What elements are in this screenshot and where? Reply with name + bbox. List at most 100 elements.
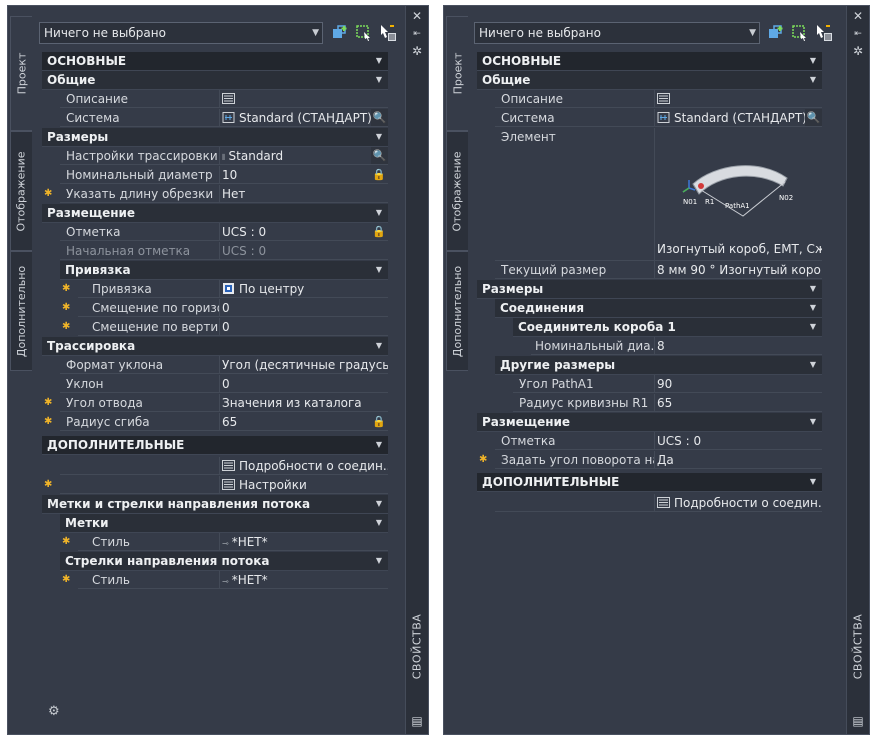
search-icon[interactable]: 🔍	[371, 109, 388, 126]
lock-icon[interactable]: 🔒	[372, 167, 386, 182]
category-general[interactable]: Общие ▼	[477, 71, 822, 90]
prop-system[interactable]: Система Standard (СТАНДАРТ) 🔍	[477, 109, 822, 128]
category-placement[interactable]: Размещение ▼	[42, 204, 388, 223]
prop-routing-prefs[interactable]: Настройки трассировки ⦀ Standard 🔍	[42, 147, 388, 166]
prop-description[interactable]: Описание	[477, 90, 822, 109]
select-objects-icon[interactable]	[790, 23, 810, 43]
selection-dropdown[interactable]: Ничего не выбрано ▼	[474, 22, 760, 44]
chevron-down-icon: ▼	[809, 360, 816, 369]
svg-text:PathA1: PathA1	[725, 202, 750, 210]
prop-snap[interactable]: ✱ Привязка По центру	[42, 280, 388, 299]
tab-display[interactable]: Отображение	[446, 131, 468, 251]
prop-system[interactable]: Система Standard (СТАНДАРТ) 🔍	[42, 109, 388, 128]
category-sizes[interactable]: Размеры ▼	[477, 280, 822, 299]
prop-description[interactable]: Описание	[42, 90, 388, 109]
category-sizes[interactable]: Размеры ▼	[42, 128, 388, 147]
category-snap[interactable]: Привязка ▼	[60, 261, 388, 280]
prop-connection-details[interactable]: Подробности о соедин...	[477, 494, 822, 513]
select-objects-icon[interactable]	[354, 23, 374, 43]
autohide-icon[interactable]: ⇤	[851, 27, 865, 41]
category-connector-1[interactable]: Соединитель короба 1 ▼	[513, 318, 822, 337]
category-placement[interactable]: Размещение ▼	[477, 413, 822, 432]
category-tags-arrows[interactable]: Метки и стрелки направления потока ▼	[42, 495, 388, 514]
category-other-sizes[interactable]: Другие размеры ▼	[495, 356, 822, 375]
tab-extra[interactable]: Дополнительно	[10, 251, 32, 371]
chevron-down-icon: ▼	[375, 440, 382, 449]
quick-select-icon[interactable]	[330, 23, 350, 43]
category-main[interactable]: ОСНОВНЫЕ ▼	[42, 52, 388, 71]
chevron-down-icon: ▼	[809, 56, 816, 65]
prop-nominal-diameter[interactable]: Номинальный диа... 8	[477, 337, 822, 356]
lock-icon[interactable]: 🔒	[372, 224, 386, 239]
chevron-down-icon: ▼	[375, 556, 382, 565]
prop-vertical-offset[interactable]: ✱ Смещение по вертик... 0	[42, 318, 388, 337]
tab-display[interactable]: Отображение	[10, 131, 32, 251]
palette-title: СВОЙСТВА	[410, 613, 424, 679]
prop-elevation[interactable]: Отметка UCS : 0	[477, 432, 822, 451]
chevron-down-icon: ▼	[809, 477, 816, 486]
pickadd-icon[interactable]	[378, 23, 398, 43]
prop-arrow-style[interactable]: ✱ Стиль ⊸ *НЕТ*	[42, 571, 388, 590]
selection-dropdown[interactable]: Ничего не выбрано ▼	[39, 22, 323, 44]
prop-current-size[interactable]: Текущий размер 8 мм 90 ° Изогнутый коро.…	[477, 261, 822, 280]
category-connections[interactable]: Соединения ▼	[495, 299, 822, 318]
prop-settings[interactable]: ✱ Настройки	[42, 476, 388, 495]
category-extra[interactable]: ДОПОЛНИТЕЛЬНЫЕ ▼	[477, 473, 822, 492]
prop-connection-details[interactable]: Подробности о соедин...	[42, 457, 388, 476]
category-flow-arrows[interactable]: Стрелки направления потока ▼	[60, 552, 388, 571]
prop-slope-format[interactable]: Формат уклона Угол (десятичные градусы)	[42, 356, 388, 375]
prop-horizontal-offset[interactable]: ✱ Смещение по горизо... 0	[42, 299, 388, 318]
description-editor-icon[interactable]	[657, 93, 670, 104]
category-general[interactable]: Общие ▼	[42, 71, 388, 90]
prop-tag-style[interactable]: ✱ Стиль ⊸ *НЕТ*	[42, 533, 388, 552]
details-icon	[657, 497, 670, 508]
tab-extra[interactable]: Дополнительно	[446, 251, 468, 371]
toolbar: Ничего не выбрано ▼	[474, 22, 838, 44]
asterisk-icon: ✱	[44, 188, 53, 199]
chevron-down-icon: ▼	[375, 341, 382, 350]
category-main[interactable]: ОСНОВНЫЕ ▼	[477, 52, 822, 71]
prop-trim-length[interactable]: ✱ Указать длину обрезки Нет	[42, 185, 388, 204]
palette-menu-icon[interactable]: ▤	[410, 714, 424, 728]
close-icon[interactable]: ✕	[851, 9, 865, 23]
category-extra[interactable]: ДОПОЛНИТЕЛЬНЫЕ ▼	[42, 436, 388, 455]
category-tags[interactable]: Метки ▼	[60, 514, 388, 533]
autohide-icon[interactable]: ⇤	[410, 27, 424, 41]
quick-select-icon[interactable]	[766, 23, 786, 43]
settings-list-icon	[222, 479, 235, 490]
prop-nominal-diameter[interactable]: Номинальный диаметр 10 🔒	[42, 166, 388, 185]
system-icon	[657, 112, 670, 123]
description-editor-icon[interactable]	[222, 93, 235, 104]
chevron-down-icon: ▼	[809, 75, 816, 84]
prop-rotation-angle[interactable]: ✱ Задать угол поворота на... Да	[477, 451, 822, 470]
prop-patha1-angle[interactable]: Угол PathA1 90	[477, 375, 822, 394]
prop-bend-radius[interactable]: ✱ Радиус сгиба 65 🔒	[42, 413, 388, 432]
style-icon: ⊸	[222, 577, 229, 586]
chevron-down-icon: ▼	[375, 265, 382, 274]
chevron-down-icon: ▼	[375, 75, 382, 84]
pickadd-icon[interactable]	[814, 23, 834, 43]
palette-strip: ✕ ⇤ ✲ СВОЙСТВА ▤	[846, 6, 869, 734]
prop-bend-angle[interactable]: ✱ Угол отвода Значения из каталога	[42, 394, 388, 413]
palette-menu-icon[interactable]: ▤	[851, 714, 865, 728]
chevron-down-icon: ▼	[375, 518, 382, 527]
svg-text:N02: N02	[779, 194, 793, 202]
quick-properties-icon[interactable]: ⚙	[48, 704, 66, 720]
tab-project[interactable]: Проект	[10, 16, 32, 131]
prop-element[interactable]: Элемент N01 R1 PathA1 N02 Изогнутый коро…	[477, 128, 822, 261]
prop-r1-radius[interactable]: Радиус кривизны R1 65	[477, 394, 822, 413]
toolbar: Ничего не выбрано ▼	[39, 22, 399, 44]
chevron-down-icon: ▼	[809, 284, 816, 293]
prop-elevation[interactable]: Отметка UCS : 0 🔒	[42, 223, 388, 242]
gear-icon[interactable]: ✲	[410, 44, 424, 58]
palette-title: СВОЙСТВА	[851, 613, 865, 679]
close-icon[interactable]: ✕	[410, 9, 424, 23]
tab-project[interactable]: Проект	[446, 16, 468, 131]
lock-icon[interactable]: 🔒	[372, 414, 386, 429]
search-icon[interactable]: 🔍	[371, 147, 388, 164]
prop-slope[interactable]: Уклон 0	[42, 375, 388, 394]
chevron-down-icon: ▼	[312, 28, 319, 38]
search-icon[interactable]: 🔍	[805, 109, 822, 126]
category-routing[interactable]: Трассировка ▼	[42, 337, 388, 356]
gear-icon[interactable]: ✲	[851, 44, 865, 58]
